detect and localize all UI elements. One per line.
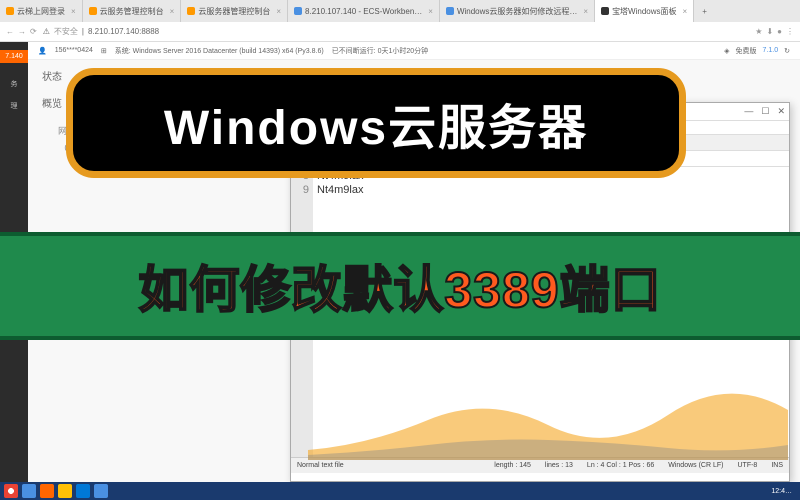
- banner-title-text: Windows云服务器: [164, 88, 588, 158]
- profile-icon[interactable]: ●: [777, 27, 782, 36]
- sidebar-item[interactable]: 务: [0, 73, 28, 95]
- close-icon[interactable]: ✕: [777, 106, 785, 117]
- taskbar-app-icon[interactable]: [94, 484, 108, 498]
- tab-favicon: [6, 7, 14, 15]
- browser-tab[interactable]: Windows云服务器如何修改远程… ×: [440, 0, 595, 22]
- maximize-icon[interactable]: ☐: [761, 106, 769, 117]
- taskbar-app-icon[interactable]: [40, 484, 54, 498]
- tab-favicon: [601, 7, 609, 15]
- overlay-banner-subtitle: 如何修改默认3389端口: [0, 232, 800, 340]
- taskbar-clock[interactable]: 12:4…: [771, 488, 796, 495]
- url-box[interactable]: ⚠ 不安全 | 8.210.107.140:8888: [43, 26, 750, 37]
- browser-tab[interactable]: 8.210.107.140 - ECS-Workben… ×: [288, 0, 440, 22]
- tab-label: 云服务管理控制台: [100, 6, 164, 17]
- uptime-label: 已不间断运行: 0天1小时20分钟: [332, 46, 428, 56]
- plan-label: 免费版: [736, 46, 757, 56]
- browser-tab[interactable]: 云服务器管理控制台 ×: [181, 0, 288, 22]
- line-number: 9: [291, 183, 309, 197]
- chart-svg: [308, 390, 788, 460]
- sidebar-ip-badge: 7.140: [0, 50, 28, 63]
- tab-favicon: [294, 7, 302, 15]
- close-icon[interactable]: ×: [428, 7, 433, 16]
- forward-icon[interactable]: →: [18, 27, 26, 36]
- browser-tab[interactable]: 云梯上网登录 ×: [0, 0, 83, 22]
- status-eol: Windows (CR LF): [668, 462, 723, 469]
- tab-label: Windows云服务器如何修改远程…: [457, 6, 577, 17]
- tab-label: 宝塔Windows面板: [612, 6, 676, 17]
- url-text: 8.210.107.140:8888: [88, 27, 159, 36]
- nav-arrows: ← → ⟳: [6, 27, 37, 36]
- address-bar: ← → ⟳ ⚠ 不安全 | 8.210.107.140:8888 ★ ⬇ ● ⋮: [0, 22, 800, 42]
- user-label: 156****0424: [55, 47, 93, 54]
- update-icon[interactable]: ↻: [784, 47, 790, 55]
- menu-icon[interactable]: ⋮: [786, 27, 794, 36]
- insecure-label: 不安全: [54, 26, 78, 37]
- tab-label: 8.210.107.140 - ECS-Workben…: [305, 7, 422, 16]
- close-icon[interactable]: ×: [170, 7, 175, 16]
- taskbar-explorer-icon[interactable]: [58, 484, 72, 498]
- top-info-bar: 👤 156****0424 ⊞ 系统: Windows Server 2016 …: [28, 42, 800, 60]
- tab-label: 云服务器管理控制台: [198, 6, 270, 17]
- browser-action-icons: ★ ⬇ ● ⋮: [755, 27, 794, 36]
- windows-icon: ⊞: [101, 47, 107, 55]
- reload-icon[interactable]: ⟳: [30, 27, 37, 36]
- status-filetype: Normal text file: [297, 462, 344, 469]
- insecure-icon: ⚠: [43, 27, 50, 36]
- overlay-banner-title: Windows云服务器: [66, 68, 686, 178]
- minimize-icon[interactable]: —: [744, 106, 753, 117]
- code-line: Nt4m9lax: [317, 183, 785, 197]
- taskbar-edge-icon[interactable]: [76, 484, 90, 498]
- extension-icon[interactable]: ★: [755, 27, 762, 36]
- extension-icon[interactable]: ⬇: [766, 27, 773, 36]
- browser-tab[interactable]: 云服务管理控制台 ×: [83, 0, 182, 22]
- status-length: length : 145: [494, 462, 531, 469]
- close-icon[interactable]: ×: [683, 7, 688, 16]
- status-lines: lines : 13: [545, 462, 573, 469]
- new-tab-button[interactable]: +: [694, 7, 715, 16]
- close-icon[interactable]: ×: [71, 7, 76, 16]
- version-label: 7.1.0: [763, 47, 779, 54]
- diamond-icon: ◈: [724, 47, 729, 55]
- user-icon: 👤: [38, 47, 47, 55]
- system-label: 系统: Windows Server 2016 Datacenter (buil…: [115, 46, 324, 56]
- windows-taskbar: 12:4…: [0, 482, 800, 500]
- status-mode: INS: [771, 462, 783, 469]
- close-icon[interactable]: ×: [583, 7, 588, 16]
- tab-favicon: [446, 7, 454, 15]
- browser-tab-active[interactable]: 宝塔Windows面板 ×: [595, 0, 694, 22]
- close-icon[interactable]: ×: [276, 7, 281, 16]
- back-icon[interactable]: ←: [6, 27, 14, 36]
- status-encoding: UTF-8: [737, 462, 757, 469]
- tab-favicon: [187, 7, 195, 15]
- taskbar-chrome-icon[interactable]: [4, 484, 18, 498]
- traffic-chart: [308, 390, 788, 460]
- tab-label: 云梯上网登录: [17, 6, 65, 17]
- taskbar-start-icon[interactable]: [22, 484, 36, 498]
- banner-subtitle-text: 如何修改默认3389端口: [138, 250, 661, 322]
- tab-favicon: [89, 7, 97, 15]
- sidebar-item[interactable]: 理: [0, 95, 28, 117]
- status-position: Ln : 4 Col : 1 Pos : 66: [587, 462, 654, 469]
- browser-tab-strip: 云梯上网登录 × 云服务管理控制台 × 云服务器管理控制台 × 8.210.107.1…: [0, 0, 800, 22]
